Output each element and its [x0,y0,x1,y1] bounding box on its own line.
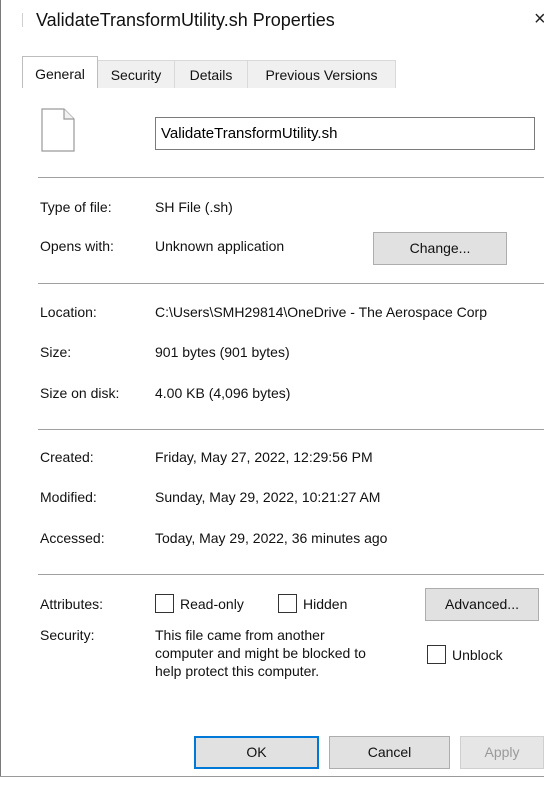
location-label: Location: [40,304,97,320]
unblock-checkbox[interactable] [427,645,446,664]
type-of-file-label: Type of file: [40,199,112,215]
unblock-label[interactable]: Unblock [452,647,503,663]
apply-button[interactable]: Apply [460,736,544,769]
security-message-line: help protect this computer. [155,663,320,679]
attributes-label: Attributes: [40,596,104,612]
tab-general[interactable]: General [22,56,98,88]
separator [38,177,544,178]
size-label: Size: [40,344,72,360]
background-area [0,777,544,804]
created-label: Created: [40,449,94,465]
created-value: Friday, May 27, 2022, 12:29:56 PM [155,449,373,465]
modified-label: Modified: [40,489,97,505]
security-message: This file came from another computer and… [155,626,415,680]
cancel-button[interactable]: Cancel [329,736,450,769]
tab-previous-versions[interactable]: Previous Versions [247,60,396,88]
separator [38,429,544,430]
modified-value: Sunday, May 29, 2022, 10:21:27 AM [155,489,381,505]
size-on-disk-value: 4.00 KB (4,096 bytes) [155,385,291,401]
tab-security[interactable]: Security [97,60,175,88]
separator [38,283,544,284]
ok-button[interactable]: OK [194,736,319,769]
file-name-input[interactable]: ValidateTransformUtility.sh [155,117,535,150]
close-icon[interactable]: × [534,8,544,31]
location-value: C:\Users\SMH29814\OneDrive - The Aerospa… [155,304,487,320]
size-value: 901 bytes (901 bytes) [155,344,290,360]
opens-with-value: Unknown application [155,238,285,254]
accessed-label: Accessed: [40,530,105,546]
title-bar[interactable]: ValidateTransformUtility.sh Properties × [0,0,544,44]
size-on-disk-label: Size on disk: [40,385,120,401]
readonly-checkbox[interactable] [155,594,174,613]
readonly-label[interactable]: Read-only [180,596,244,612]
security-message-line: This file came from another [155,627,325,643]
security-label: Security: [40,627,95,643]
accessed-value: Today, May 29, 2022, 36 minutes ago [155,530,388,546]
hidden-checkbox[interactable] [278,594,297,613]
advanced-button[interactable]: Advanced... [425,588,539,621]
tab-details[interactable]: Details [174,60,248,88]
security-message-line: computer and might be blocked to [155,645,366,661]
type-of-file-value: SH File (.sh) [155,199,233,215]
opens-with-label: Opens with: [40,238,114,254]
file-icon [41,108,75,152]
window-border [0,0,1,804]
hidden-label[interactable]: Hidden [303,596,347,612]
change-button[interactable]: Change... [373,232,507,265]
properties-dialog: ValidateTransformUtility.sh Properties ×… [0,0,544,804]
separator [38,574,544,575]
window-title: ValidateTransformUtility.sh Properties [36,10,335,30]
file-small-icon [22,13,29,27]
